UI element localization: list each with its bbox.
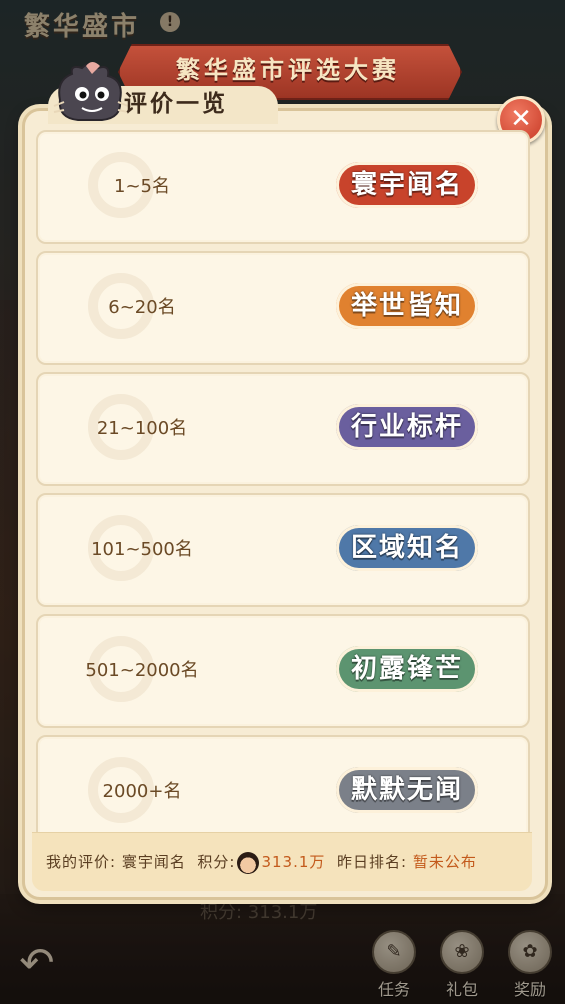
rank-range: 501~2000名 [85,660,199,681]
footer-line: 我的评价: 寰宇闻名 积分: 313.1万 昨日排名: 暂未公布 [46,833,477,891]
yesterday-rank-value: 暂未公布 [412,853,477,871]
my-rating-label: 我的评价: [46,853,117,871]
rating-row: 1~5名 寰宇闻名 [36,130,530,244]
rating-row: 501~2000名 初露锋芒 [36,614,530,728]
rating-row: 6~20名 举世皆知 [36,251,530,365]
rating-badge: 行业标杆 [336,404,478,450]
rating-badge: 区域知名 [336,525,478,571]
rank-range: 6~20名 [108,297,176,318]
yesterday-rank-label: 昨日排名: [336,853,408,871]
score-value: 313.1万 [261,853,326,871]
dragon-mascot-icon [53,62,129,121]
my-rating-value: 寰宇闻名 [121,853,186,871]
rating-badge: 初露锋芒 [336,646,478,692]
rating-badge: 默默无闻 [336,767,478,813]
rating-row: 101~500名 区域知名 [36,493,530,607]
rating-badge: 举世皆知 [336,283,478,329]
panel-title: 评价一览 [124,90,228,117]
rating-list: 1~5名 寰宇闻名 6~20名 举世皆知 21~100名 行业标杆 101~50… [36,130,530,856]
event-banner-title: 繁华盛市评选大赛 [176,55,400,84]
rank-range: 101~500名 [91,539,193,560]
score-label: 积分: [197,853,236,871]
my-rating-footer: 我的评价: 寰宇闻名 积分: 313.1万 昨日排名: 暂未公布 [32,832,532,891]
rank-range: 1~5名 [114,176,170,197]
rating-row: 21~100名 行业标杆 [36,372,530,486]
player-avatar-icon [237,851,260,874]
rank-range: 2000+名 [102,781,182,802]
rank-range: 21~100名 [96,418,188,439]
rating-badge: 寰宇闻名 [336,162,478,208]
